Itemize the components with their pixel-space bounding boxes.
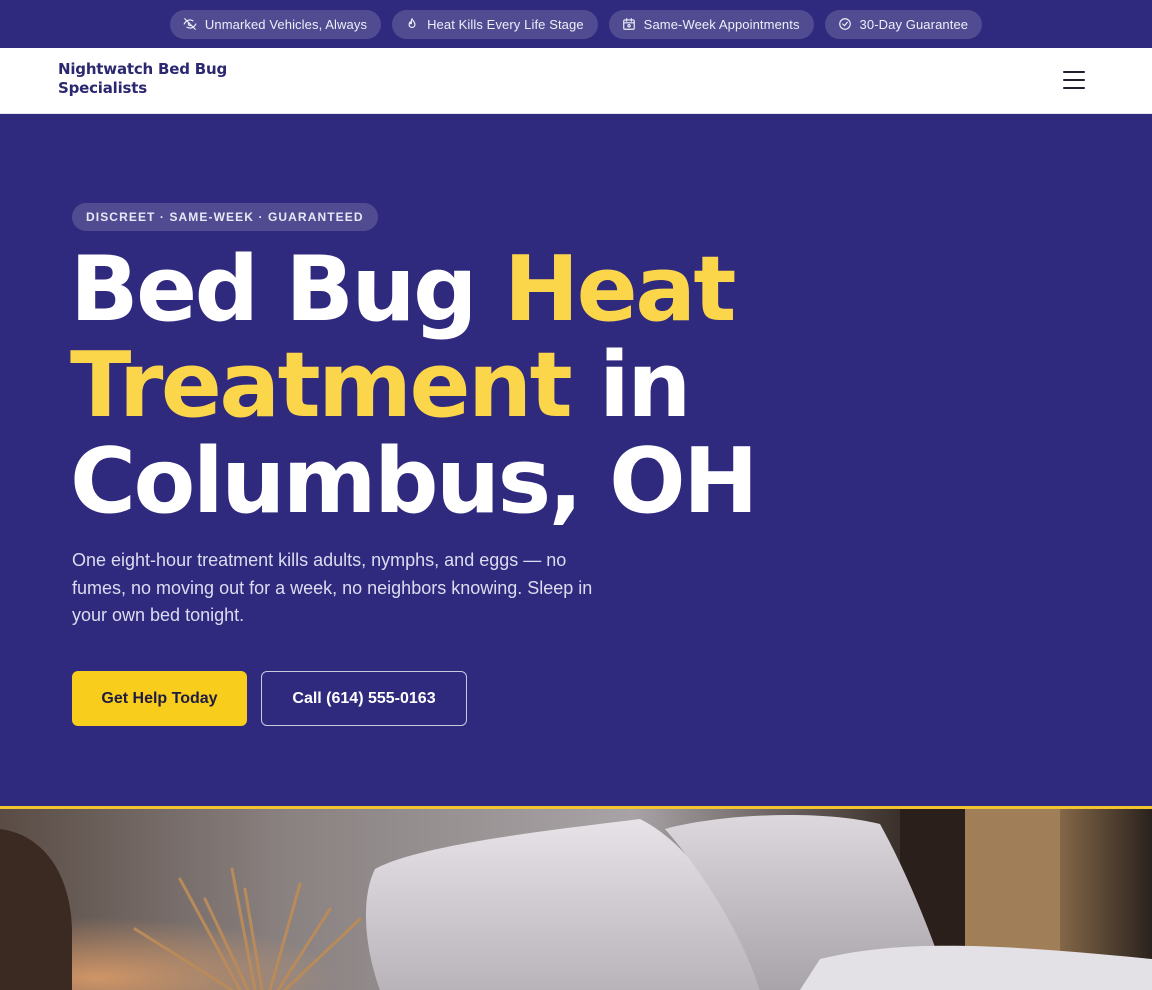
hero-description: One eight-hour treatment kills adults, n… [72,550,593,625]
pill-unmarked-vehicles: Unmarked Vehicles, Always [169,9,382,39]
hero-headline: Bed Bug Heat Treatment in Columbus, OH [70,242,830,530]
headline-highlight: Treatment [70,333,573,438]
brand-name-line2: Specialists [58,79,147,97]
menu-bar [1063,87,1085,89]
announcement-bar: Unmarked Vehicles, Always Heat Kills Eve… [0,0,1152,48]
pill-same-week: Same-Week Appointments [608,9,814,39]
brand-name-line1: Nightwatch Bed Bug [58,60,228,78]
hero-eyebrow-badge: DISCREET · SAME-WEEK · GUARANTEED [72,203,378,231]
headline-line-3: Columbus, OH [70,429,759,534]
eye-off-icon [183,18,197,30]
bedroom-photo [0,809,1152,990]
menu-bar [1063,79,1085,81]
bed-illustration [0,809,1152,990]
flame-icon [408,18,416,29]
pill-label: Unmarked Vehicles, Always [204,16,368,32]
check-circle-icon [838,18,851,30]
pill-heat-kills: Heat Kills Every Life Stage [392,9,598,39]
hero-section: DISCREET · SAME-WEEK · GUARANTEED Bed Bu… [0,114,1152,806]
headline-text: in [570,333,691,438]
pill-guarantee: 30-Day Guarantee [824,9,983,39]
pill-label: 30-Day Guarantee [859,16,969,32]
brand-logo[interactable]: Nightwatch Bed Bug Specialists [58,60,258,98]
headline-line-2: Treatment in [70,338,830,434]
call-phone-button[interactable]: Call (614) 555-0163 [261,671,467,726]
pill-label: Heat Kills Every Life Stage [427,16,584,32]
headline-text: Bed Bug [70,237,504,342]
hamburger-menu-icon[interactable] [1058,66,1090,94]
headline-line-1: Bed Bug Heat [70,242,830,338]
calendar-icon [622,18,635,30]
headline-highlight: Heat [503,237,737,342]
pill-label: Same-Week Appointments [643,16,800,32]
get-help-button[interactable]: Get Help Today [72,671,247,726]
menu-bar [1063,71,1085,73]
site-header: Nightwatch Bed Bug Specialists [0,48,1152,114]
